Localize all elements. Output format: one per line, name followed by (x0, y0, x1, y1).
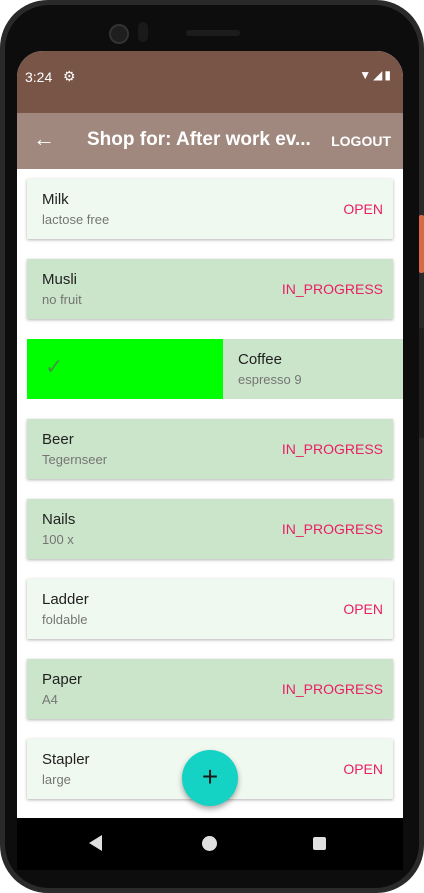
list-item[interactable]: Nails 100 x IN_PROGRESS (27, 499, 393, 559)
item-description: no fruit (42, 292, 82, 307)
list-item-swiped[interactable]: ✓ Coffee espresso 9 (27, 339, 403, 399)
item-name: Ladder (42, 591, 89, 608)
system-nav-bar (17, 818, 403, 870)
power-button (419, 215, 424, 273)
list-item[interactable]: Milk lactose free OPEN (27, 179, 393, 239)
list-item[interactable]: Musli no fruit IN_PROGRESS (27, 259, 393, 319)
item-status[interactable]: IN_PROGRESS (282, 681, 383, 697)
list-item[interactable]: Beer Tegernseer IN_PROGRESS (27, 419, 393, 479)
status-time: 3:24 (25, 69, 53, 85)
page-title: Shop for: After work ev... (87, 129, 311, 150)
item-status[interactable]: IN_PROGRESS (282, 281, 383, 297)
item-description: lactose free (42, 212, 110, 227)
item-status[interactable]: IN_PROGRESS (282, 441, 383, 457)
item-status[interactable]: OPEN (343, 201, 383, 217)
front-camera (109, 24, 129, 44)
item-name: Musli (42, 271, 78, 288)
earpiece-speaker (186, 30, 240, 36)
arrow-back-icon[interactable]: ← (33, 126, 55, 152)
item-name: Milk (42, 191, 69, 208)
logout-button[interactable]: LOGOUT (331, 133, 391, 149)
status-bar: 3:24 ⚙ ▼◢▮ (17, 51, 403, 113)
app-bar: ← Shop for: After work ev... LOGOUT (17, 113, 403, 169)
item-name: Coffee (238, 351, 282, 368)
swipe-action-background[interactable]: ✓ (27, 339, 223, 399)
item-description: espresso 9 (238, 372, 302, 387)
item-description: 100 x (42, 532, 74, 547)
item-name: Paper (42, 671, 83, 688)
item-description: large (42, 772, 71, 787)
check-icon: ✓ (45, 354, 64, 379)
front-sensor (138, 22, 148, 42)
item-name: Nails (42, 511, 76, 528)
add-icon: + (201, 761, 219, 792)
nav-home-icon[interactable] (202, 836, 217, 851)
add-item-fab[interactable]: + (182, 750, 238, 806)
item-status[interactable]: OPEN (343, 761, 383, 777)
item-description: foldable (42, 612, 88, 627)
item-name: Beer (42, 431, 74, 448)
gear-icon: ⚙ (63, 68, 76, 84)
volume-button (419, 328, 424, 438)
list-item-card[interactable]: Coffee espresso 9 (223, 339, 403, 399)
nav-recents-icon[interactable] (313, 837, 326, 850)
item-name: Stapler (42, 751, 90, 768)
list-item[interactable]: Ladder foldable OPEN (27, 579, 393, 639)
shopping-list[interactable]: Milk lactose free OPEN Musli no fruit IN… (17, 169, 403, 845)
item-status[interactable]: OPEN (343, 601, 383, 617)
screen: 3:24 ⚙ ▼◢▮ ← Shop for: After work ev... … (17, 51, 403, 845)
item-description: Tegernseer (42, 452, 108, 467)
item-status[interactable]: IN_PROGRESS (282, 521, 383, 537)
signal-battery-icons: ▼◢▮ (359, 68, 393, 82)
list-item[interactable]: Paper A4 IN_PROGRESS (27, 659, 393, 719)
item-description: A4 (42, 692, 58, 707)
nav-back-icon[interactable] (89, 835, 102, 851)
